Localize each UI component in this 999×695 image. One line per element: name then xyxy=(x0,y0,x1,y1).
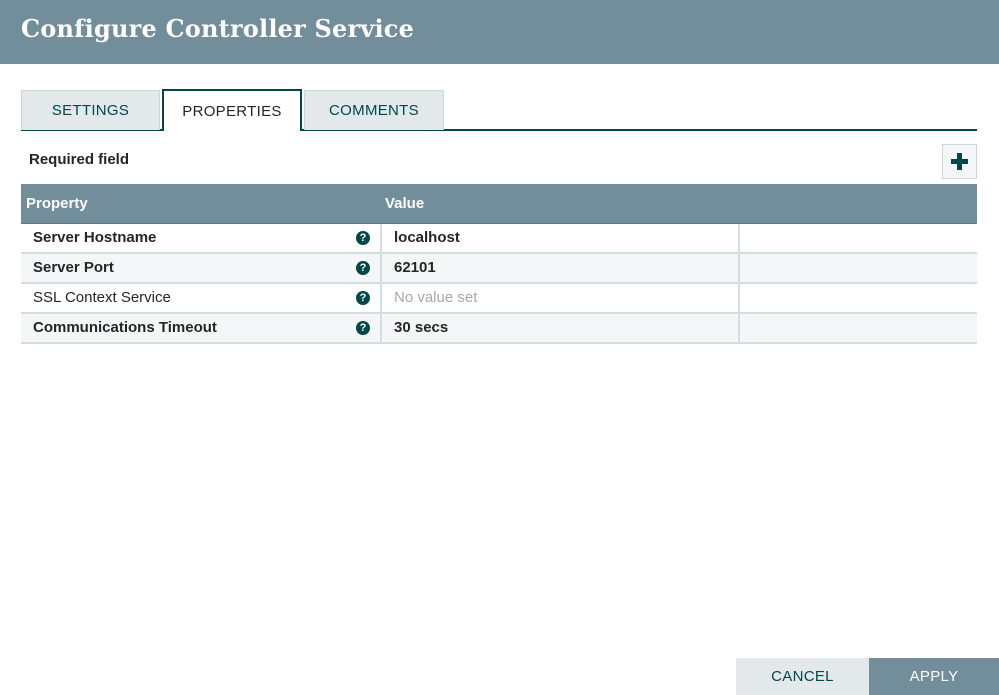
column-divider xyxy=(738,254,740,282)
table-row[interactable]: SSL Context Service ? No value set xyxy=(21,284,977,314)
table-header: Property Value xyxy=(21,184,977,224)
tab-settings[interactable]: SETTINGS xyxy=(21,90,160,130)
tab-properties[interactable]: PROPERTIES xyxy=(162,89,302,131)
column-header-property[interactable]: Property xyxy=(26,195,88,212)
column-divider xyxy=(380,254,382,282)
question-circle-icon[interactable]: ? xyxy=(356,291,370,305)
required-field-legend: Required field xyxy=(29,151,130,168)
column-divider xyxy=(380,314,382,342)
column-divider xyxy=(738,314,740,342)
property-name: Server Port xyxy=(33,259,114,276)
table-row[interactable]: Communications Timeout ? 30 secs xyxy=(21,314,977,344)
column-divider xyxy=(380,284,382,312)
cancel-button[interactable]: CANCEL xyxy=(736,658,869,695)
property-name: SSL Context Service xyxy=(33,289,171,306)
property-value[interactable]: 62101 xyxy=(394,259,436,276)
column-divider xyxy=(738,224,740,252)
add-property-button[interactable] xyxy=(942,144,977,179)
question-circle-icon[interactable]: ? xyxy=(356,321,370,335)
tab-bar: SETTINGS PROPERTIES COMMENTS xyxy=(21,89,977,131)
property-value[interactable]: localhost xyxy=(394,229,460,246)
tab-comments[interactable]: COMMENTS xyxy=(304,90,444,130)
question-circle-icon[interactable]: ? xyxy=(356,261,370,275)
table-row[interactable]: Server Port ? 62101 xyxy=(21,254,977,284)
property-name: Communications Timeout xyxy=(33,319,217,336)
table-row[interactable]: Server Hostname ? localhost xyxy=(21,224,977,254)
dialog-header: Configure Controller Service xyxy=(0,0,999,64)
property-value[interactable]: 30 secs xyxy=(394,319,448,336)
question-circle-icon[interactable]: ? xyxy=(356,231,370,245)
plus-icon xyxy=(951,153,968,170)
column-header-value[interactable]: Value xyxy=(385,195,424,212)
column-divider xyxy=(380,224,382,252)
dialog-title: Configure Controller Service xyxy=(21,14,415,43)
property-value[interactable]: No value set xyxy=(394,289,477,306)
apply-button[interactable]: APPLY xyxy=(869,658,999,695)
property-name: Server Hostname xyxy=(33,229,157,246)
column-divider xyxy=(738,284,740,312)
properties-table: Property Value Server Hostname ? localho… xyxy=(21,184,977,344)
